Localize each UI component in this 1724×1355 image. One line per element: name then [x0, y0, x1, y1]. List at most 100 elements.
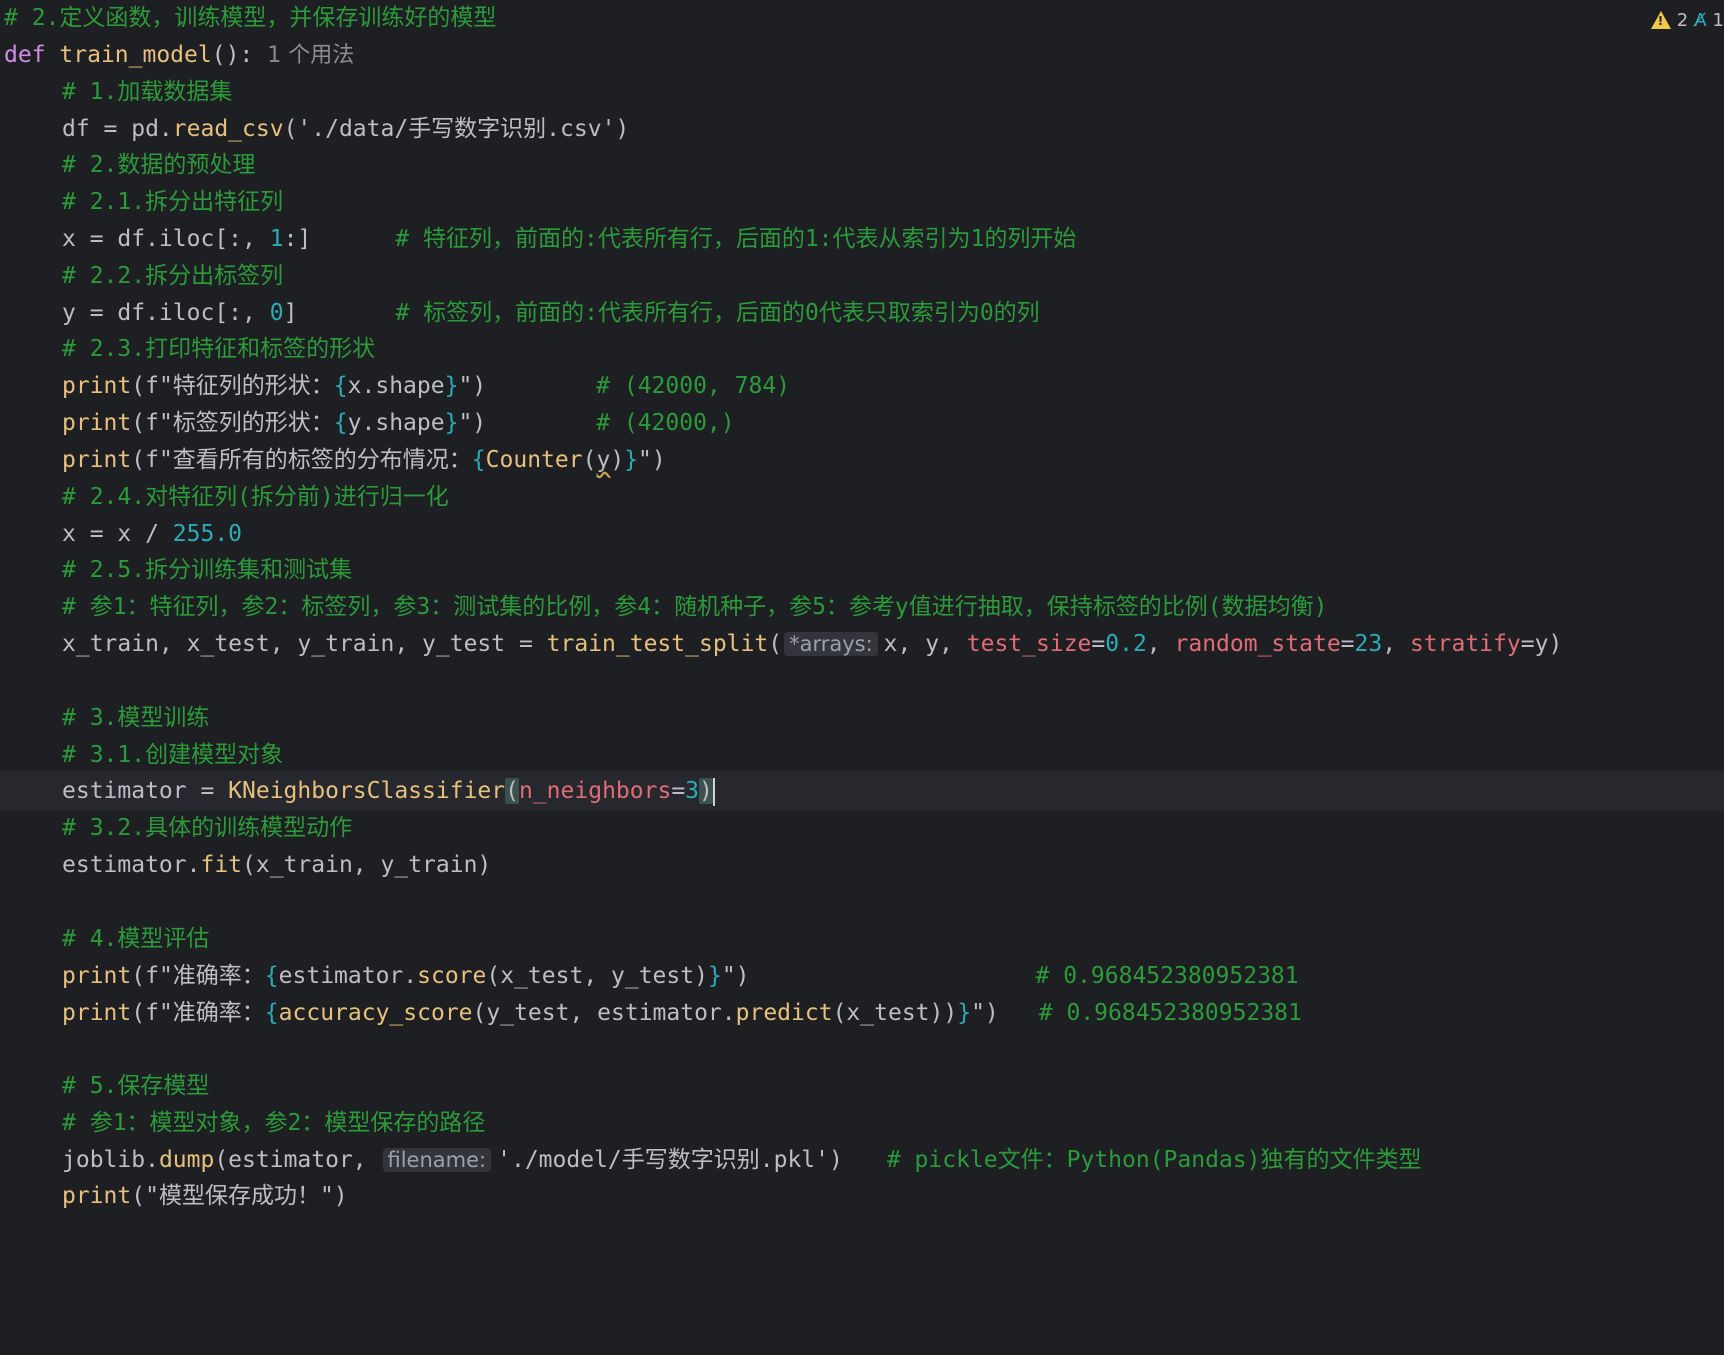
- code-text: y.shape: [347, 410, 445, 436]
- number-literal: 1: [269, 226, 284, 252]
- code-line-12[interactable]: print(f"标签列的形状：{y.shape}") # (42000,): [0, 403, 1724, 443]
- code-text: (y_test, estimator.: [472, 1000, 736, 1026]
- code-text: "): [721, 963, 750, 989]
- code-text: "): [458, 373, 487, 399]
- function-call: read_csv: [172, 116, 284, 142]
- code-line-13[interactable]: print(f"查看所有的标签的分布情况：{Counter(y)}"): [0, 440, 1724, 480]
- keyword-argument: random_state: [1174, 631, 1341, 657]
- code-text: x, y,: [883, 631, 967, 657]
- comment: # 参1：模型对象，参2：模型保存的路径: [62, 1110, 486, 1136]
- code-line-21[interactable]: # 3.1.创建模型对象: [0, 735, 1724, 775]
- comment: # 3.2.具体的训练模型动作: [62, 815, 353, 841]
- function-call: accuracy_score: [278, 1000, 473, 1026]
- comment: # (42000,): [596, 410, 735, 436]
- code-text: ():: [211, 42, 254, 68]
- comment: # pickle文件：Python(Pandas)独有的文件类型: [886, 1147, 1422, 1173]
- code-line-4[interactable]: df = pd.read_csv('./data/手写数字识别.csv'): [0, 109, 1724, 149]
- usages-hint[interactable]: 1 个用法: [267, 43, 354, 68]
- code-text: x.shape: [347, 373, 445, 399]
- code-line-5[interactable]: # 2.数据的预处理: [0, 145, 1724, 185]
- keyword-argument: stratify: [1409, 631, 1521, 657]
- code-text: df = pd.: [62, 116, 173, 142]
- code-line-27[interactable]: print(f"准确率：{estimator.score(x_test, y_t…: [0, 956, 1724, 996]
- code-text: (x_train, y_train): [242, 852, 492, 878]
- code-text: (f"准确率：: [131, 963, 265, 989]
- function-call: print: [62, 373, 132, 399]
- code-text: "): [458, 410, 487, 436]
- code-line-23[interactable]: # 3.2.具体的训练模型动作: [0, 808, 1724, 848]
- comment: # 2.定义函数，训练模型，并保存训练好的模型: [4, 5, 497, 31]
- code-line-14[interactable]: # 2.4.对特征列(拆分前)进行归一化: [0, 477, 1724, 517]
- code-line-1[interactable]: # 2.定义函数，训练模型，并保存训练好的模型: [0, 0, 1724, 38]
- code-line-2[interactable]: def train_model(): 1 个用法: [0, 35, 1724, 75]
- code-text: (f"准确率：: [131, 1000, 265, 1026]
- code-line-28[interactable]: print(f"准确率：{accuracy_score(y_test, esti…: [0, 993, 1724, 1033]
- number-literal: 23: [1354, 631, 1383, 657]
- comment: # 参1：特征列，参2：标签列，参3：测试集的比例，参4：随机种子，参5：参考y…: [62, 594, 1328, 620]
- keyword: def: [4, 42, 46, 68]
- code-text: (x_test)): [832, 1000, 958, 1026]
- function-call: print: [62, 1000, 132, 1026]
- code-line-30[interactable]: # 5.保存模型: [0, 1066, 1724, 1106]
- code-line-20[interactable]: # 3.模型训练: [0, 698, 1724, 738]
- code-line-17[interactable]: # 参1：特征列，参2：标签列，参3：测试集的比例，参4：随机种子，参5：参考y…: [0, 587, 1724, 627]
- comment: # 2.5.拆分训练集和测试集: [62, 557, 353, 583]
- code-line-26[interactable]: # 4.模型评估: [0, 919, 1724, 959]
- function-call: print: [62, 963, 132, 989]
- code-line-33[interactable]: print("模型保存成功！"): [0, 1176, 1724, 1216]
- code-text: "): [638, 447, 666, 473]
- code-text: ('./data/手写数字识别.csv'): [283, 116, 630, 142]
- code-line-31[interactable]: # 参1：模型对象，参2：模型保存的路径: [0, 1103, 1724, 1143]
- code-text: x_train, x_test, y_train, y_test =: [62, 631, 547, 657]
- comment: # 2.3.打印特征和标签的形状: [62, 336, 376, 362]
- class-name: Counter: [485, 447, 583, 473]
- code-line-32[interactable]: joblib.dump(estimator, filename: './model…: [0, 1140, 1724, 1180]
- code-line-15[interactable]: x = x / 255.0: [0, 514, 1724, 554]
- comment: # 1.加载数据集: [62, 79, 233, 105]
- matched-bracket-close: ): [699, 778, 713, 804]
- keyword-argument: test_size: [966, 631, 1092, 657]
- number-literal: 0: [269, 300, 284, 326]
- code-line-16[interactable]: # 2.5.拆分训练集和测试集: [0, 550, 1724, 590]
- parameter-hint: filename:: [382, 1148, 492, 1172]
- comment: # 2.4.对特征列(拆分前)进行归一化: [62, 484, 449, 510]
- comment: # 3.1.创建模型对象: [62, 742, 284, 768]
- code-line-18[interactable]: x_train, x_test, y_train, y_test = train…: [0, 624, 1724, 664]
- code-line-10[interactable]: # 2.3.打印特征和标签的形状: [0, 329, 1724, 369]
- comment: # 2.数据的预处理: [62, 152, 256, 178]
- comment: # 0.968452380952381: [1038, 1000, 1302, 1026]
- code-text: (estimator,: [214, 1147, 381, 1173]
- comment: # 0.968452380952381: [1035, 963, 1299, 989]
- code-line-6[interactable]: # 2.1.拆分出特征列: [0, 182, 1724, 222]
- code-text: (f"查看所有的标签的分布情况：: [131, 447, 472, 473]
- comment: # 5.保存模型: [62, 1073, 210, 1099]
- code-line-8[interactable]: # 2.2.拆分出标签列: [0, 256, 1724, 296]
- code-text: ("模型保存成功！"): [131, 1183, 348, 1209]
- code-text: y: [1534, 631, 1549, 657]
- code-line-22-current[interactable]: estimator = KNeighborsClassifier(n_neigh…: [0, 771, 1724, 811]
- number-literal: 255.0: [172, 521, 243, 547]
- parameter-hint: *arrays:: [784, 632, 878, 656]
- class-name: KNeighborsClassifier: [228, 778, 506, 804]
- code-text: x = x /: [62, 521, 173, 547]
- code-text: joblib.: [62, 1147, 159, 1173]
- code-line-11[interactable]: print(f"特征列的形状：{x.shape}") # (42000, 784): [0, 366, 1724, 406]
- function-call: print: [62, 410, 132, 436]
- comment: # 特征列，前面的:代表所有行，后面的1:代表从索引为1的列开始: [395, 226, 1077, 252]
- code-text: (f"标签列的形状：: [131, 410, 334, 436]
- code-text: y: [596, 447, 611, 473]
- function-name[interactable]: train_model: [59, 42, 211, 68]
- comment: # 2.1.拆分出特征列: [62, 189, 284, 215]
- code-line-9[interactable]: y = df.iloc[:, 0] # 标签列，前面的:代表所有行，后面的0代表只…: [0, 293, 1724, 333]
- code-text: x = df.iloc[:,: [62, 226, 270, 252]
- comment: # 3.模型训练: [62, 705, 210, 731]
- number-literal: 0.2: [1105, 631, 1147, 657]
- code-text: ]: [283, 300, 298, 326]
- code-line-24[interactable]: estimator.fit(x_train, y_train): [0, 845, 1724, 885]
- code-editor[interactable]: 2 A̸ 1 # 2.定义函数，训练模型，并保存训练好的模型 def train…: [0, 0, 1724, 1355]
- comment: # 标签列，前面的:代表所有行，后面的0代表只取索引为0的列: [395, 300, 1040, 326]
- function-call: dump: [158, 1147, 215, 1173]
- code-line-3[interactable]: # 1.加载数据集: [0, 72, 1724, 112]
- code-line-7[interactable]: x = df.iloc[:, 1:] # 特征列，前面的:代表所有行，后面的1:代…: [0, 219, 1724, 259]
- code-text: :]: [283, 226, 312, 252]
